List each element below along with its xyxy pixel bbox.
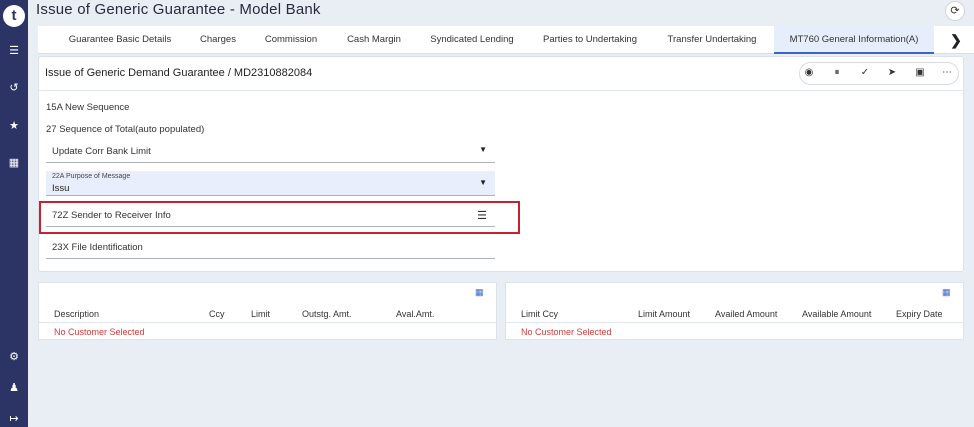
menu-icon[interactable]: ☰: [6, 43, 22, 59]
purpose-of-message-label: 22A Purpose of Message: [52, 173, 131, 180]
sender-receiver-info-text: 72Z Sender to Receiver Info: [52, 210, 171, 221]
col-outstanding-amount: Outstg. Amt.: [302, 309, 352, 319]
caret-down-icon[interactable]: ▼: [479, 178, 487, 187]
customer-limit-table: ▦ Description Ccy Limit Outstg. Amt. Ava…: [38, 282, 497, 340]
check-icon[interactable]: ✓: [855, 63, 875, 83]
empty-message: No Customer Selected: [54, 327, 145, 337]
card-divider: [39, 90, 963, 91]
send-icon[interactable]: ➤: [882, 63, 902, 83]
col-ccy: Ccy: [209, 309, 225, 319]
purpose-of-message-value: Issu: [52, 183, 70, 194]
more-icon[interactable]: ⋯: [937, 63, 957, 83]
page-title: Issue of Generic Guarantee - Model Bank: [36, 1, 321, 18]
col-limit: Limit: [251, 309, 271, 319]
tab-transfer-undertaking[interactable]: Transfer Undertaking: [652, 26, 772, 54]
history-icon[interactable]: ↺: [6, 80, 22, 96]
list-icon[interactable]: ☰: [477, 209, 487, 222]
app-logo[interactable]: t: [3, 5, 25, 27]
file-identification-text: 23X File Identification: [52, 242, 143, 253]
corr-bank-limit-dropdown[interactable]: Update Corr Bank Limit ▼: [46, 141, 495, 163]
empty-message: No Customer Selected: [521, 327, 612, 337]
header-divider: [506, 322, 963, 323]
logout-icon[interactable]: ↦: [6, 411, 22, 427]
tab-charges[interactable]: Charges: [186, 26, 250, 54]
settings-icon[interactable]: ⚙: [6, 349, 22, 365]
action-toolbar: [799, 62, 959, 85]
col-description: Description: [54, 309, 100, 319]
refresh-icon[interactable]: ⟳: [945, 1, 965, 21]
apps-icon[interactable]: ▦: [6, 155, 22, 171]
pause-icon[interactable]: ⏸: [827, 63, 847, 83]
tab-guarantee-basic-details[interactable]: Guarantee Basic Details: [54, 26, 186, 54]
col-available-amount: Aval.Amt.: [396, 309, 435, 319]
play-icon[interactable]: ◉: [799, 63, 819, 83]
file-identification-field[interactable]: 23X File Identification: [46, 237, 495, 259]
tab-commission[interactable]: Commission: [250, 26, 332, 54]
purpose-of-message-dropdown[interactable]: 22A Purpose of Message Issu ▼: [46, 171, 495, 196]
columns-icon[interactable]: ▦: [475, 287, 487, 297]
col-expiry-date: Expiry Date: [896, 309, 943, 319]
col-available-amount: Available Amount: [802, 309, 872, 319]
header-divider: [39, 322, 496, 323]
tab-cash-margin[interactable]: Cash Margin: [332, 26, 416, 54]
col-availed-amount: Availed Amount: [715, 309, 778, 319]
inbox-icon[interactable]: ▣: [910, 63, 930, 83]
new-sequence-label: 15A New Sequence: [46, 102, 130, 113]
star-icon[interactable]: ★: [6, 118, 22, 134]
users-icon[interactable]: ♟: [6, 380, 22, 396]
corr-bank-limit-text: Update Corr Bank Limit: [52, 146, 151, 157]
guarantee-form-card: Issue of Generic Demand Guarantee / MD23…: [38, 56, 964, 272]
left-nav-rail: t ☰ ↺ ★ ▦ ⚙ ♟ ↦: [0, 0, 28, 427]
sender-receiver-info-field[interactable]: 72Z Sender to Receiver Info ☰: [46, 205, 495, 227]
limit-details-table: ▦ Limit Ccy Limit Amount Availed Amount …: [505, 282, 964, 340]
tab-parties-to-undertaking[interactable]: Parties to Undertaking: [528, 26, 652, 54]
tab-bar: Guarantee Basic Details Charges Commissi…: [38, 26, 974, 54]
chevron-right-icon[interactable]: ❯: [946, 27, 966, 53]
tab-syndicated-lending[interactable]: Syndicated Lending: [416, 26, 528, 54]
card-title: Issue of Generic Demand Guarantee / MD23…: [45, 67, 313, 79]
col-limit-amount: Limit Amount: [638, 309, 691, 319]
sequence-total-label: 27 Sequence of Total(auto populated): [46, 124, 205, 135]
columns-icon[interactable]: ▦: [942, 287, 954, 297]
caret-down-icon[interactable]: ▼: [479, 145, 487, 154]
tab-mt760-general-information[interactable]: MT760 General Information(A): [774, 26, 934, 54]
col-limit-ccy: Limit Ccy: [521, 309, 559, 319]
